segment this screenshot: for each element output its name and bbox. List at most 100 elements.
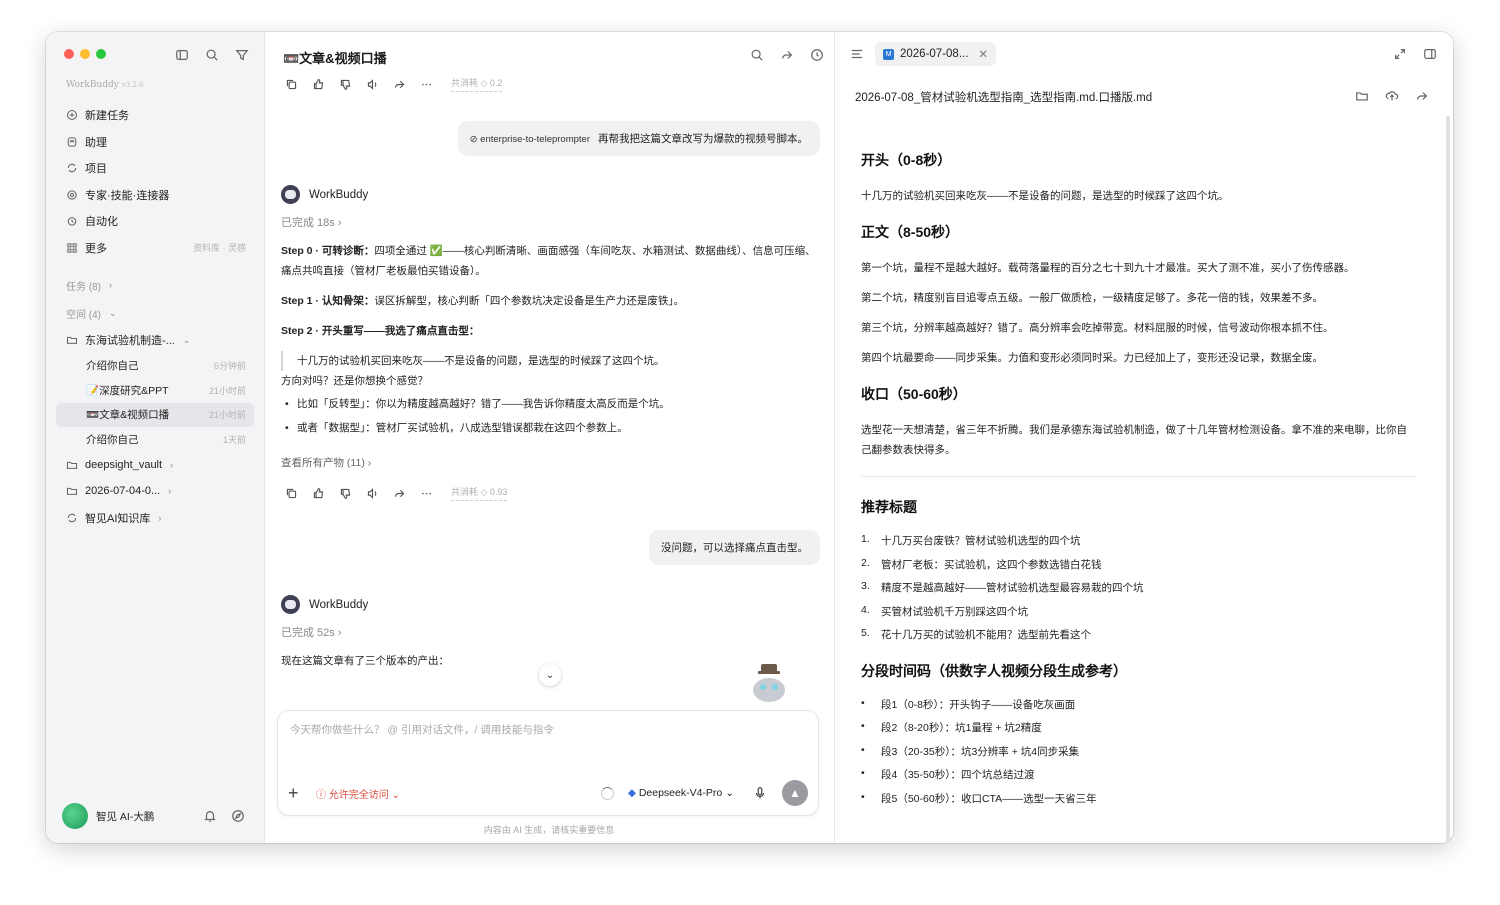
- completion-status[interactable]: 已完成 52s ›: [281, 624, 342, 640]
- share-icon[interactable]: [777, 45, 797, 65]
- sidebar-item-label: 专家·技能·连接器: [85, 189, 170, 202]
- sub-item-time: 6分钟前: [213, 361, 246, 372]
- sidebar-toggle-icon[interactable]: [172, 45, 192, 65]
- chevron-right-icon: ›: [158, 512, 162, 523]
- paragraph: 第四个坑最要命——同步采集。力值和变形必须同时采。力已经加上了，变形还没记录，数…: [861, 352, 1323, 364]
- model-selector[interactable]: ◆ Deepseek-V4-Pro ⌄: [628, 787, 734, 799]
- attach-button[interactable]: +: [288, 783, 308, 804]
- sub-item[interactable]: 介绍你自己 1天前: [56, 427, 254, 452]
- message-actions: 共消耗 ◇ 0.93: [281, 483, 508, 503]
- list-item: 1. 十几万买台废铁？管材试验机选型的四个坑: [861, 533, 1081, 547]
- sidebar-item-automation[interactable]: 自动化: [56, 208, 254, 235]
- list-item: 比如「反转型」：你以为精度越高越好？错了——我告诉你精度太高反而是个坑。: [281, 394, 821, 414]
- sub-item-active[interactable]: 📼文章&视频口播 21小时前: [56, 402, 254, 427]
- mascot-icon: [753, 664, 785, 702]
- microphone-icon[interactable]: [750, 783, 770, 803]
- folder-deepsight[interactable]: deepsight_vault ›: [56, 452, 254, 479]
- scroll-down-button[interactable]: ⌄: [539, 664, 561, 686]
- thumbs-down-icon[interactable]: [335, 74, 355, 94]
- search-icon[interactable]: [747, 45, 767, 65]
- space-label: 空间 (4): [66, 309, 101, 321]
- speaker-icon[interactable]: [362, 74, 382, 94]
- share-icon[interactable]: [389, 74, 409, 94]
- panel-toggle-icon[interactable]: [1420, 44, 1440, 64]
- tasks-section[interactable]: 任务 (8) ›: [56, 271, 254, 299]
- folder-icon: [65, 484, 79, 498]
- tasks-label: 任务 (8): [66, 281, 101, 293]
- compass-icon[interactable]: [228, 806, 248, 826]
- menu-icon[interactable]: [847, 44, 867, 64]
- chat-panel: 📼文章&视频口播 共消耗 ◇ 0.2 ⊘ enterprise-to-telep…: [265, 32, 833, 843]
- send-button[interactable]: ▲: [782, 780, 808, 806]
- history-icon[interactable]: [807, 45, 827, 65]
- thumbs-up-icon[interactable]: [308, 74, 328, 94]
- chevron-down-icon: ⌄: [545, 669, 555, 681]
- access-mode-dropdown[interactable]: ⓘ 允许完全访问 ⌄: [316, 786, 400, 801]
- folder-icon[interactable]: [1352, 86, 1372, 106]
- chevron-down-icon: ⌄: [109, 307, 117, 318]
- sub-item-label: 介绍你自己: [86, 360, 139, 373]
- close-icon[interactable]: ✕: [978, 47, 988, 61]
- chevron-right-icon: ›: [170, 459, 174, 470]
- minimize-window-button[interactable]: [80, 49, 90, 59]
- chevron-right-icon: ›: [168, 486, 172, 497]
- skill-tag[interactable]: ⊘ enterprise-to-teleprompter: [470, 134, 590, 145]
- sub-item-time: 21小时前: [208, 385, 246, 396]
- folder-date[interactable]: 2026-07-04-0... ›: [56, 478, 254, 505]
- expand-icon[interactable]: [1390, 44, 1410, 64]
- sidebar-item-project[interactable]: 项目: [56, 155, 254, 182]
- agent-avatar: [281, 595, 300, 614]
- sidebar-item-new-task[interactable]: 新建任务: [56, 102, 254, 129]
- bell-icon[interactable]: [200, 806, 220, 826]
- plus-circle-icon: [65, 108, 79, 122]
- heading-open: 开头（0-8秒）: [861, 152, 952, 168]
- completion-status[interactable]: 已完成 18s ›: [281, 214, 342, 230]
- sub-item[interactable]: 📝深度研究&PPT 21小时前: [56, 378, 254, 403]
- space-section[interactable]: 空间 (4) ⌄: [56, 299, 254, 327]
- sub-item[interactable]: 介绍你自己 6分钟前: [56, 354, 254, 379]
- message-input[interactable]: 今天帮你做些什么？ @ 引用对话文件，/ 调用技能与指令: [290, 722, 554, 737]
- sidebar-item-label: 自动化: [85, 216, 118, 229]
- loading-spinner-icon: [600, 786, 614, 800]
- message-actions: 共消耗 ◇ 0.2: [281, 74, 503, 94]
- list-item: 或者「数据型」：管材厂买试验机，八成选型错误都栽在这四个参数上。: [281, 418, 821, 438]
- knowledge-icon: [65, 511, 79, 525]
- copy-icon[interactable]: [281, 74, 301, 94]
- speaker-icon[interactable]: [362, 483, 382, 503]
- share-icon[interactable]: [389, 483, 409, 503]
- markdown-file-icon: M: [883, 48, 894, 60]
- filter-icon[interactable]: [232, 45, 252, 65]
- doc-tab[interactable]: M 2026-07-08... ✕: [875, 42, 997, 66]
- knowledge-base-item[interactable]: 智见AI知识库 ›: [56, 505, 254, 532]
- brand-label: WorkBuddy v3.2.6: [66, 80, 144, 90]
- direction-question: 方向对吗？还是你想换个感觉？: [281, 375, 428, 387]
- more-icon[interactable]: [416, 483, 436, 503]
- close-window-button[interactable]: [64, 49, 74, 59]
- thumbs-down-icon[interactable]: [335, 483, 355, 503]
- user-profile[interactable]: 智见 AI-大鹏: [62, 803, 248, 829]
- paragraph: 第一个坑，量程不是越大越好。载荷落量程的百分之七十到九十才最准。买大了测不准，买…: [861, 262, 1355, 274]
- file-name: 2026-07-08_管材试验机选型指南_选型指南.md.口播版.md: [855, 92, 1153, 104]
- cost-label: 共消耗 ◇ 0.2: [451, 76, 503, 92]
- sub-item-label: 介绍你自己: [86, 433, 139, 446]
- upload-icon[interactable]: [1382, 86, 1402, 106]
- heading-segments: 分段时间码（供数字人视频分段生成参考）: [861, 662, 1127, 679]
- scrollbar[interactable]: [1446, 116, 1450, 842]
- more-icon[interactable]: [416, 74, 436, 94]
- sidebar-item-experts[interactable]: 专家·技能·连接器: [56, 182, 254, 209]
- list-item: • 段4（35-50秒）：四个坑总结过渡: [861, 767, 1035, 782]
- space-folder[interactable]: 东海试验机制造-... ⌄: [56, 327, 254, 354]
- maximize-window-button[interactable]: [96, 49, 106, 59]
- sidebar-item-label: 项目: [85, 163, 107, 176]
- sidebar-item-more[interactable]: 更多 资料库 · 灵感: [56, 235, 254, 262]
- thumbs-up-icon[interactable]: [308, 483, 328, 503]
- sidebar-item-assistant[interactable]: 助理: [56, 129, 254, 156]
- paragraph: 第二个坑，精度别盲目追零点五级。一般厂做质检，一级精度足够了。多花一倍的钱，效果…: [861, 292, 1323, 304]
- copy-icon[interactable]: [281, 483, 301, 503]
- sidebar-item-label: 更多: [85, 242, 107, 255]
- sidebar-item-label: 新建任务: [85, 110, 129, 123]
- view-all-artifacts-link[interactable]: 查看所有产物 (11) ›: [281, 455, 371, 470]
- chevron-down-icon: ⌄: [182, 334, 191, 345]
- search-icon[interactable]: [202, 45, 222, 65]
- share-icon[interactable]: [1412, 86, 1432, 106]
